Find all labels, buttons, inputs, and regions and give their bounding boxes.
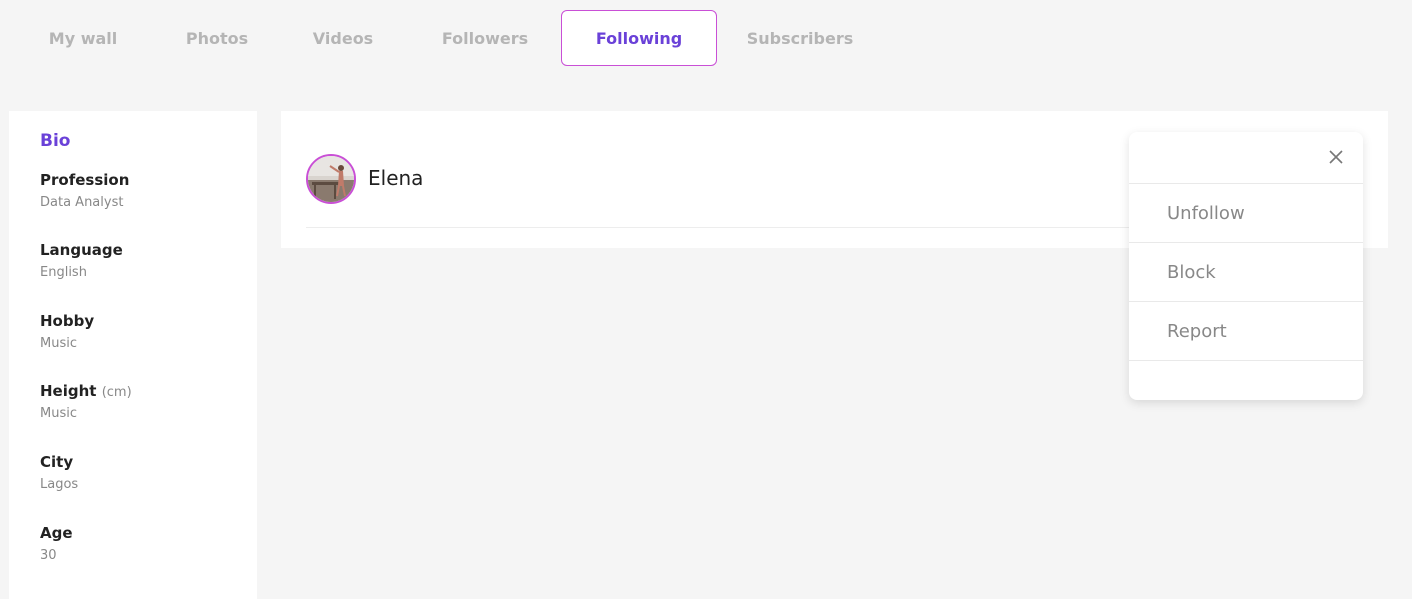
bio-item-age: Age 30 — [40, 524, 73, 563]
bio-value: English — [40, 265, 87, 280]
tab-videos[interactable]: Videos — [288, 10, 398, 66]
tab-photos[interactable]: Photos — [162, 10, 272, 66]
bio-label: Language — [40, 241, 123, 259]
user-options-menu: Unfollow Block Report — [1129, 132, 1363, 400]
unfollow-button[interactable]: Unfollow — [1129, 183, 1363, 242]
bio-item-language: Language English — [40, 241, 123, 280]
bio-label: Age — [40, 524, 73, 542]
bio-item-hobby: Hobby Music — [40, 312, 94, 351]
bio-label: City — [40, 453, 74, 471]
user-name[interactable]: Elena — [368, 166, 423, 190]
bio-title: Bio — [40, 131, 71, 151]
bio-label-text: Height — [40, 382, 97, 400]
bio-label: Height (cm) — [40, 382, 132, 400]
tab-followers[interactable]: Followers — [430, 10, 540, 66]
bio-label: Hobby — [40, 312, 95, 330]
bio-value: 30 — [40, 548, 57, 563]
bio-item-profession: Profession Data Analyst — [40, 171, 129, 210]
bio-unit: (cm) — [101, 385, 132, 400]
bio-item-city: City Lagos — [40, 453, 78, 492]
tab-following[interactable]: Following — [561, 10, 717, 66]
avatar-photo — [308, 156, 354, 202]
bio-value: Lagos — [40, 477, 79, 492]
close-icon[interactable] — [1327, 148, 1345, 166]
bio-item-height: Height (cm) Music — [40, 382, 132, 421]
bio-panel: Bio Profession Data Analyst Language Eng… — [9, 111, 257, 599]
tab-my-wall[interactable]: My wall — [28, 10, 138, 66]
bio-label: Profession — [40, 171, 130, 189]
tab-subscribers[interactable]: Subscribers — [740, 10, 860, 66]
bio-value: Music — [40, 336, 77, 351]
bio-value: Data Analyst — [40, 195, 124, 210]
bio-value: Music — [40, 406, 77, 421]
avatar[interactable] — [306, 154, 356, 204]
menu-divider — [1129, 360, 1363, 361]
block-button[interactable]: Block — [1129, 242, 1363, 301]
report-button[interactable]: Report — [1129, 301, 1363, 360]
profile-tabs: My wall Photos Videos Followers Followin… — [0, 0, 1412, 90]
